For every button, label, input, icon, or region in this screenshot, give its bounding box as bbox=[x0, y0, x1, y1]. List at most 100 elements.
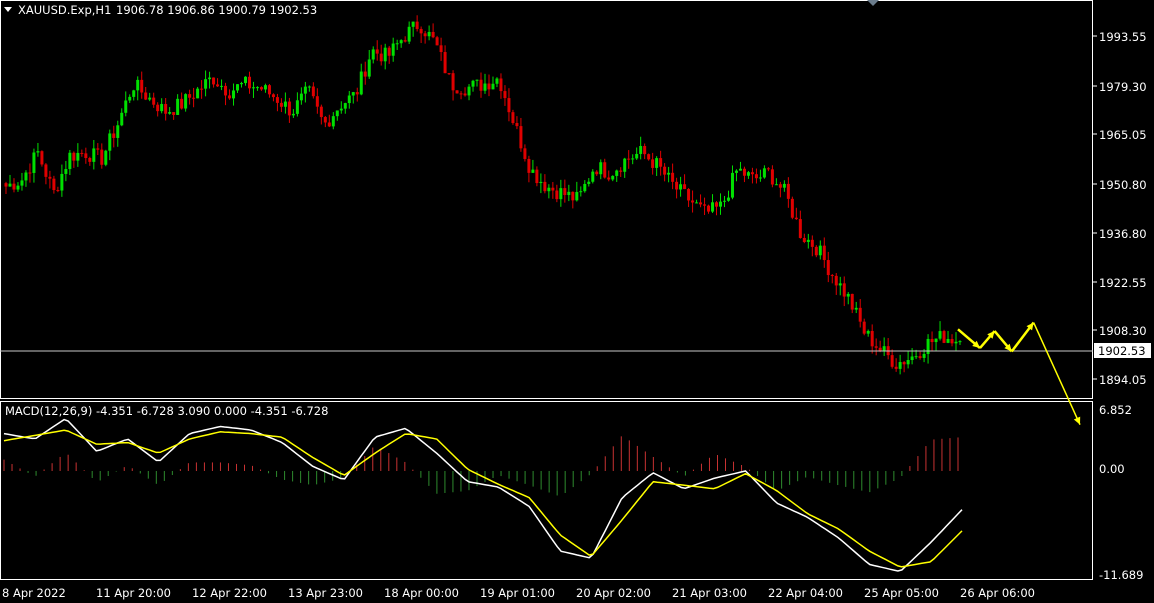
bear-candle bbox=[88, 158, 92, 162]
bull-candle bbox=[746, 172, 750, 176]
bear-candle bbox=[12, 183, 16, 190]
bull-candle bbox=[547, 187, 551, 192]
bear-candle bbox=[228, 95, 232, 99]
bull-candle bbox=[615, 170, 619, 176]
bear-candle bbox=[403, 40, 407, 42]
bull-candle bbox=[411, 21, 415, 27]
bull-candle bbox=[351, 92, 355, 96]
bear-candle bbox=[28, 172, 32, 174]
bull-candle bbox=[295, 100, 299, 114]
bear-candle bbox=[703, 204, 707, 206]
bull-candle bbox=[906, 360, 910, 365]
price-tick-label: 1965.05 bbox=[1099, 128, 1147, 142]
bull-candle bbox=[331, 116, 335, 127]
macd-axis-label: 0.00 bbox=[1099, 462, 1125, 476]
bull-candle bbox=[483, 83, 487, 91]
bear-candle bbox=[267, 85, 271, 95]
bear-candle bbox=[918, 356, 922, 358]
bear-candle bbox=[419, 28, 423, 34]
bull-candle bbox=[898, 362, 902, 369]
price-tick-label: 1922.55 bbox=[1099, 276, 1147, 290]
bear-candle bbox=[890, 355, 894, 367]
bull-candle bbox=[559, 188, 563, 200]
trading-chart[interactable]: XAUUSD.Exp,H1 1906.78 1906.86 1900.79 19… bbox=[0, 0, 1154, 603]
bear-candle bbox=[830, 275, 834, 277]
bull-candle bbox=[667, 172, 671, 175]
price-tick-label: 1894.05 bbox=[1099, 373, 1147, 387]
bear-candle bbox=[459, 93, 463, 95]
bear-candle bbox=[200, 88, 204, 90]
bull-candle bbox=[591, 171, 595, 182]
bull-candle bbox=[176, 98, 180, 115]
bull-candle bbox=[722, 200, 726, 202]
bull-candle bbox=[60, 173, 64, 191]
bull-candle bbox=[567, 191, 571, 196]
bear-candle bbox=[192, 97, 196, 99]
bull-candle bbox=[926, 338, 930, 354]
bull-candle bbox=[196, 88, 200, 99]
bull-candle bbox=[347, 95, 351, 104]
bull-candle bbox=[407, 26, 411, 42]
bear-candle bbox=[742, 168, 746, 176]
bull-candle bbox=[495, 78, 499, 84]
bear-candle bbox=[387, 47, 391, 56]
bull-candle bbox=[24, 172, 28, 181]
bear-candle bbox=[834, 275, 838, 286]
bear-candle bbox=[259, 87, 263, 90]
bull-candle bbox=[846, 293, 850, 297]
bear-candle bbox=[842, 283, 846, 297]
bull-candle bbox=[914, 356, 918, 358]
bull-candle bbox=[240, 83, 244, 85]
bear-candle bbox=[515, 123, 519, 127]
bear-candle bbox=[271, 94, 275, 98]
bull-candle bbox=[32, 152, 36, 173]
bull-candle bbox=[124, 100, 128, 113]
bull-candle bbox=[695, 202, 699, 204]
bear-candle bbox=[48, 176, 52, 179]
bull-candle bbox=[160, 104, 164, 112]
bull-candle bbox=[818, 245, 822, 256]
bull-candle bbox=[954, 341, 958, 344]
bull-candle bbox=[531, 169, 535, 173]
bear-candle bbox=[683, 184, 687, 190]
bear-candle bbox=[319, 106, 323, 118]
bear-candle bbox=[810, 239, 814, 247]
bull-candle bbox=[371, 49, 375, 60]
bull-candle bbox=[263, 85, 267, 90]
time-tick-label: 19 Apr 01:00 bbox=[480, 586, 555, 600]
bear-candle bbox=[164, 104, 168, 114]
bull-candle bbox=[64, 169, 68, 174]
bull-candle bbox=[738, 168, 742, 171]
macd-axis-label: 6.852 bbox=[1099, 403, 1132, 417]
bear-candle bbox=[527, 158, 531, 173]
bear-candle bbox=[247, 76, 251, 89]
bull-candle bbox=[467, 86, 471, 96]
bear-candle bbox=[814, 246, 818, 256]
bull-candle bbox=[339, 108, 343, 111]
bear-candle bbox=[499, 78, 503, 92]
bear-candle bbox=[156, 104, 160, 112]
time-tick-label: 18 Apr 00:00 bbox=[384, 586, 459, 600]
bear-candle bbox=[858, 307, 862, 322]
bull-candle bbox=[255, 87, 259, 89]
bear-candle bbox=[942, 331, 946, 343]
bull-candle bbox=[711, 202, 715, 212]
bear-candle bbox=[363, 71, 367, 77]
bear-candle bbox=[930, 338, 934, 343]
bear-candle bbox=[435, 37, 439, 46]
bull-candle bbox=[283, 101, 287, 107]
bull-candle bbox=[367, 59, 371, 77]
bear-candle bbox=[950, 338, 954, 344]
bear-candle bbox=[172, 112, 176, 115]
bear-candle bbox=[663, 166, 667, 175]
bear-candle bbox=[80, 152, 84, 154]
bear-candle bbox=[511, 112, 515, 124]
bear-candle bbox=[52, 178, 56, 191]
bull-candle bbox=[623, 158, 627, 172]
bear-candle bbox=[423, 33, 427, 37]
time-tick-label: 22 Apr 04:00 bbox=[768, 586, 843, 600]
bull-candle bbox=[36, 151, 40, 153]
bear-candle bbox=[675, 181, 679, 190]
bear-candle bbox=[555, 190, 559, 200]
bear-candle bbox=[96, 148, 100, 150]
